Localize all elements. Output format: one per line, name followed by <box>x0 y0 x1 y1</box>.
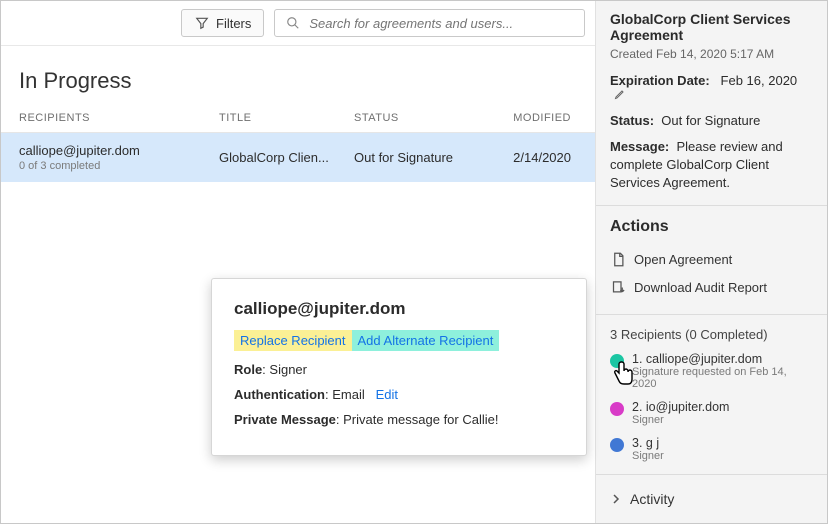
recipient-dot-icon <box>610 402 624 416</box>
recipient-label: 2. io@jupiter.dom <box>632 400 729 414</box>
funnel-icon <box>194 15 210 31</box>
col-recipients: RECIPIENTS <box>19 112 219 124</box>
row-status: Out for Signature <box>354 150 504 165</box>
page-title: In Progress <box>1 46 595 112</box>
row-modified: 2/14/2020 <box>504 150 577 165</box>
recipient-label: 3. g j <box>632 436 664 450</box>
recipient-item[interactable]: 3. g j Signer <box>610 436 813 462</box>
role-value: Signer <box>269 362 307 377</box>
agreement-title: GlobalCorp Client Services Agreement <box>610 11 813 43</box>
status-value: Out for Signature <box>661 113 760 128</box>
replace-recipient-link[interactable]: Replace Recipient <box>234 330 352 351</box>
search-input[interactable] <box>309 16 574 31</box>
private-message-value: Private message for Callie! <box>343 412 498 427</box>
auth-label: Authentication <box>234 387 325 402</box>
col-modified: MODIFIED <box>504 112 577 124</box>
recipient-dot-icon <box>610 438 624 452</box>
chevron-right-icon <box>610 493 622 505</box>
recipient-dot-icon <box>610 354 624 368</box>
activity-toggle[interactable]: Activity <box>610 491 813 507</box>
row-progress: 0 of 3 completed <box>19 160 219 172</box>
download-audit-label: Download Audit Report <box>634 280 767 295</box>
recipient-popover: calliope@jupiter.dom Replace RecipientAd… <box>211 278 587 456</box>
created-date: Created Feb 14, 2020 5:17 AM <box>610 47 813 61</box>
add-alternate-recipient-link[interactable]: Add Alternate Recipient <box>352 330 500 351</box>
search-icon <box>285 15 301 31</box>
toolbar: Filters <box>1 1 595 46</box>
role-label: Role <box>234 362 262 377</box>
expiration-value: Feb 16, 2020 <box>721 73 798 88</box>
filters-label: Filters <box>216 16 251 31</box>
open-agreement-label: Open Agreement <box>634 252 732 267</box>
recipient-sub: Signer <box>632 450 664 462</box>
details-panel: GlobalCorp Client Services Agreement Cre… <box>595 1 827 523</box>
auth-value: Email <box>332 387 365 402</box>
row-title: GlobalCorp Clien... <box>219 150 354 165</box>
popover-email: calliope@jupiter.dom <box>234 299 564 319</box>
document-icon <box>610 252 626 268</box>
col-status: STATUS <box>354 112 504 124</box>
download-report-icon <box>610 280 626 296</box>
message-label: Message: <box>610 139 669 154</box>
table-row[interactable]: calliope@jupiter.dom 0 of 3 completed Gl… <box>1 133 595 182</box>
recipient-sub: Signer <box>632 414 729 426</box>
recipient-item[interactable]: 2. io@jupiter.dom Signer <box>610 400 813 426</box>
actions-heading: Actions <box>610 218 813 236</box>
edit-expiration-icon[interactable] <box>614 88 626 103</box>
private-message-label: Private Message <box>234 412 336 427</box>
status-label: Status: <box>610 113 654 128</box>
col-title: TITLE <box>219 112 354 124</box>
filters-button[interactable]: Filters <box>181 9 264 37</box>
search-field[interactable] <box>274 9 585 37</box>
edit-auth-link[interactable]: Edit <box>376 387 398 402</box>
download-audit-action[interactable]: Download Audit Report <box>610 274 813 302</box>
open-agreement-action[interactable]: Open Agreement <box>610 246 813 274</box>
recipient-label: 1. calliope@jupiter.dom <box>632 352 813 366</box>
activity-label: Activity <box>630 491 674 507</box>
row-recipient: calliope@jupiter.dom <box>19 143 219 158</box>
expiration-label: Expiration Date: <box>610 73 710 88</box>
recipient-item[interactable]: 1. calliope@jupiter.dom Signature reques… <box>610 352 813 390</box>
recipient-sub: Signature requested on Feb 14, 2020 <box>632 366 813 390</box>
recipients-summary: 3 Recipients (0 Completed) <box>610 327 813 342</box>
table-header: RECIPIENTS TITLE STATUS MODIFIED <box>1 112 595 133</box>
